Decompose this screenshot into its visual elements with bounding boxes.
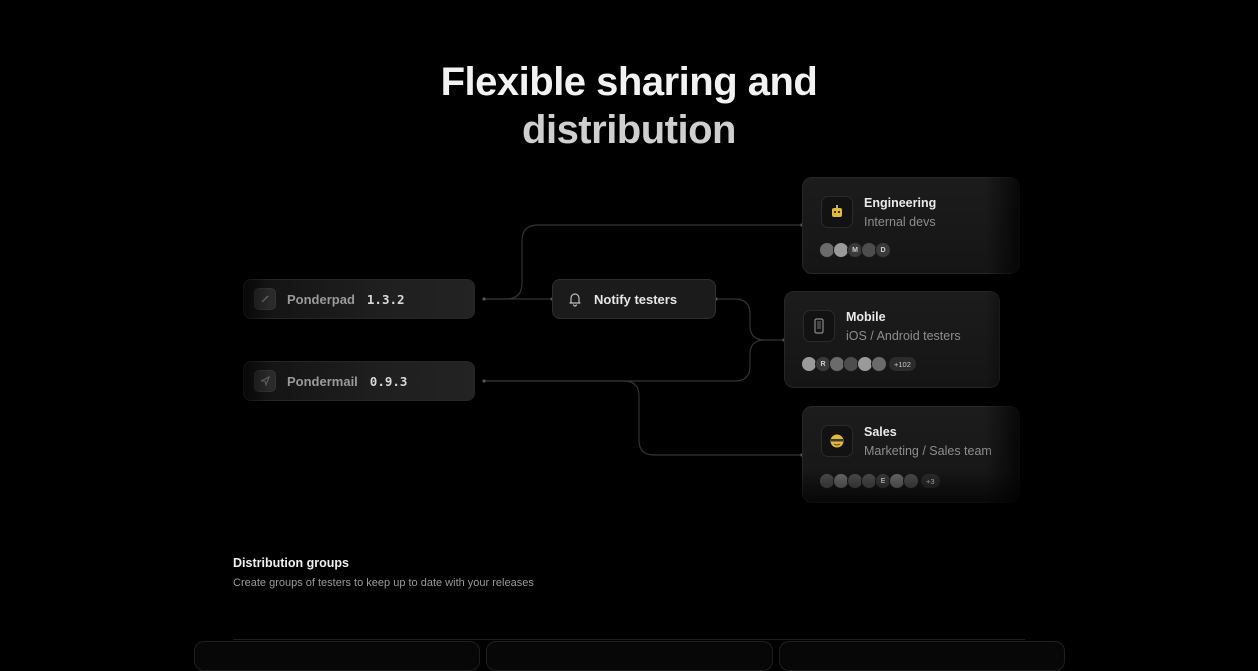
group-name: Sales: [864, 425, 897, 439]
app-node-ponderpad[interactable]: Ponderpad 1.3.2: [243, 279, 475, 319]
group-name: Mobile: [846, 310, 886, 324]
phone-icon: [803, 310, 835, 342]
group-card-mobile[interactable]: Mobile iOS / Android testers R +102: [784, 291, 1000, 388]
pencil-icon: [254, 288, 276, 310]
app-node-pondermail[interactable]: Pondermail 0.9.3: [243, 361, 475, 401]
robot-emoji-icon: [821, 196, 853, 228]
avatar: D: [875, 242, 891, 258]
group-card-engineering[interactable]: Engineering Internal devs M D: [802, 177, 1020, 274]
notify-testers-node[interactable]: Notify testers: [552, 279, 716, 319]
avatar: [903, 473, 919, 489]
connector-lines: [482, 223, 804, 457]
section-description: Create groups of testers to keep up to d…: [233, 577, 534, 589]
app-version: 1.3.2: [366, 291, 405, 307]
feature-card: [779, 641, 1065, 671]
avatar-stack: M D: [819, 242, 891, 258]
member-count-badge: +102: [889, 357, 916, 371]
avatar-stack: R +102: [801, 356, 916, 372]
notify-testers-label: Notify testers: [594, 291, 678, 307]
divider: [233, 639, 1025, 640]
group-description: iOS / Android testers: [846, 329, 961, 343]
section-title: Distribution groups: [233, 556, 349, 570]
member-count-badge: +3: [921, 474, 940, 488]
connector-pondermail-mobile: [484, 339, 766, 382]
group-description: Internal devs: [864, 215, 936, 229]
group-description: Marketing / Sales team: [864, 444, 992, 458]
app-name: Pondermail: [287, 373, 358, 389]
send-icon: [254, 370, 276, 392]
app-version: 0.9.3: [369, 373, 408, 389]
connector-notify-mobile: [716, 298, 784, 341]
emoji-face-icon: [821, 425, 853, 457]
avatar-stack: E +3: [819, 473, 940, 489]
feature-card: [486, 641, 773, 671]
feature-card: [194, 641, 480, 671]
group-name: Engineering: [864, 196, 937, 210]
avatar: [871, 356, 887, 372]
connector-pondermail-sales: [484, 380, 802, 456]
group-card-sales[interactable]: Sales Marketing / Sales team E +3: [802, 406, 1020, 503]
bell-icon: [567, 291, 583, 307]
app-name: Ponderpad: [287, 291, 355, 307]
